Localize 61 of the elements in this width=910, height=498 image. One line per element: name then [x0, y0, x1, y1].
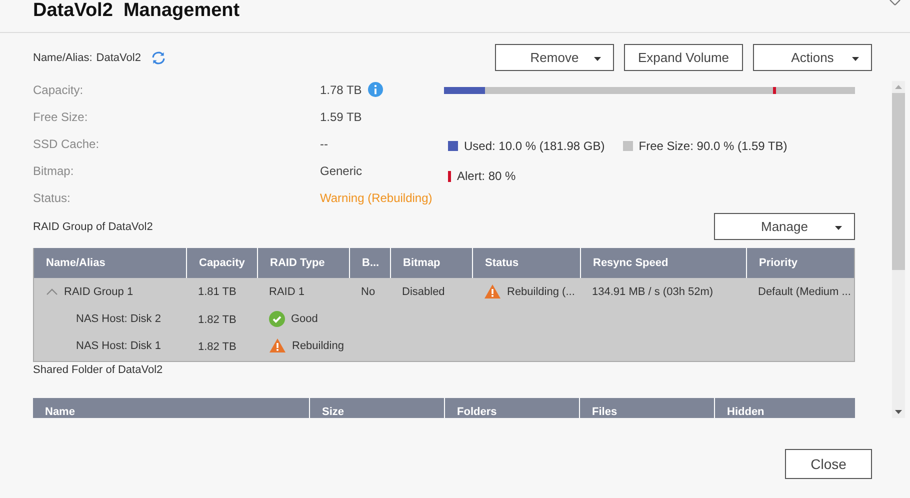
legend-label: Free Size: 90.0 % (1.59 TB) [638, 139, 788, 153]
table-cell-text: 1.82 TB [197, 340, 238, 355]
property-label: Status: [33, 190, 72, 204]
table-cell-text: Default (Medium ... [757, 284, 852, 300]
property-value: -- [320, 136, 328, 150]
table-cell-text: NAS Host: Disk 1 [75, 338, 162, 354]
dropdown-button[interactable]: Manage [714, 213, 855, 240]
scroll-down-icon[interactable] [895, 410, 902, 414]
caret-icon[interactable] [852, 57, 859, 61]
property-value: 1.59 TB [320, 110, 362, 124]
section-title: Shared Folder of DataVol2 [33, 364, 164, 376]
close-button[interactable]: Close [785, 449, 872, 479]
check-icon [269, 310, 285, 326]
table-cell-text: No [360, 284, 376, 300]
table-cell-text: NAS Host: Disk 2 [75, 312, 162, 326]
table-cell: Rebuilding [292, 340, 344, 352]
property-label: Free Size: [33, 110, 89, 124]
warning-icon [269, 338, 286, 353]
column-header[interactable]: Bitmap [390, 248, 472, 278]
column-header[interactable]: B... [349, 248, 390, 278]
property-value: 1.78 TB [320, 82, 362, 96]
caret-icon[interactable] [835, 226, 842, 230]
table-cell-text: 1.81 TB [197, 284, 238, 300]
column-header[interactable]: Name [33, 398, 309, 418]
column-header[interactable]: Folders [444, 398, 579, 418]
legend-label: Used: 10.0 % (181.98 GB) [464, 139, 605, 153]
button[interactable]: Expand Volume [624, 44, 743, 71]
dropdown-button[interactable]: Actions [753, 44, 872, 71]
column-header[interactable]: Name/Alias [34, 248, 186, 278]
property-label: Bitmap: [33, 164, 75, 178]
scrollbar[interactable] [892, 81, 905, 418]
caret-icon[interactable] [594, 57, 601, 61]
window-title: DataVol2 Management [33, 0, 240, 22]
table-cell: RAID Group 1 [64, 286, 134, 298]
table-cell: Rebuilding (... [507, 286, 575, 298]
column-header[interactable]: Files [579, 398, 714, 418]
column-header[interactable]: Size [309, 398, 444, 418]
column-header[interactable]: Resync Speed [580, 248, 746, 278]
column-header[interactable]: Capacity [186, 248, 257, 278]
property-label: Capacity: [33, 82, 84, 96]
table-cell-text: Disabled [401, 284, 446, 300]
collapse-icon[interactable] [46, 288, 58, 295]
dropdown-button[interactable]: Remove [495, 44, 614, 71]
column-header[interactable]: RAID Type [257, 248, 349, 278]
property-label: SSD Cache: [33, 136, 100, 150]
table-cell: Good [291, 312, 318, 324]
section-title: RAID Group of DataVol2 [33, 220, 153, 232]
info-icon[interactable] [368, 82, 383, 97]
table-cell-text: RAID 1 [268, 284, 306, 300]
legend-label: Alert: 80 % [457, 169, 516, 183]
table-cell-text: 134.91 MB / s (03h 52m) [591, 284, 714, 300]
column-header[interactable]: Priority [746, 248, 855, 278]
column-header[interactable]: Status [472, 248, 580, 278]
refresh-icon[interactable] [150, 50, 166, 64]
table-cell-text: 1.82 TB [197, 313, 238, 328]
property-value: Warning (Rebuilding) [320, 190, 432, 204]
property-value: Generic [320, 164, 362, 178]
name-alias-label: Name/Alias: [33, 52, 92, 64]
name-alias-value: DataVol2 [96, 52, 141, 64]
column-header[interactable]: Hidden [714, 398, 855, 418]
warning-icon [484, 284, 501, 299]
